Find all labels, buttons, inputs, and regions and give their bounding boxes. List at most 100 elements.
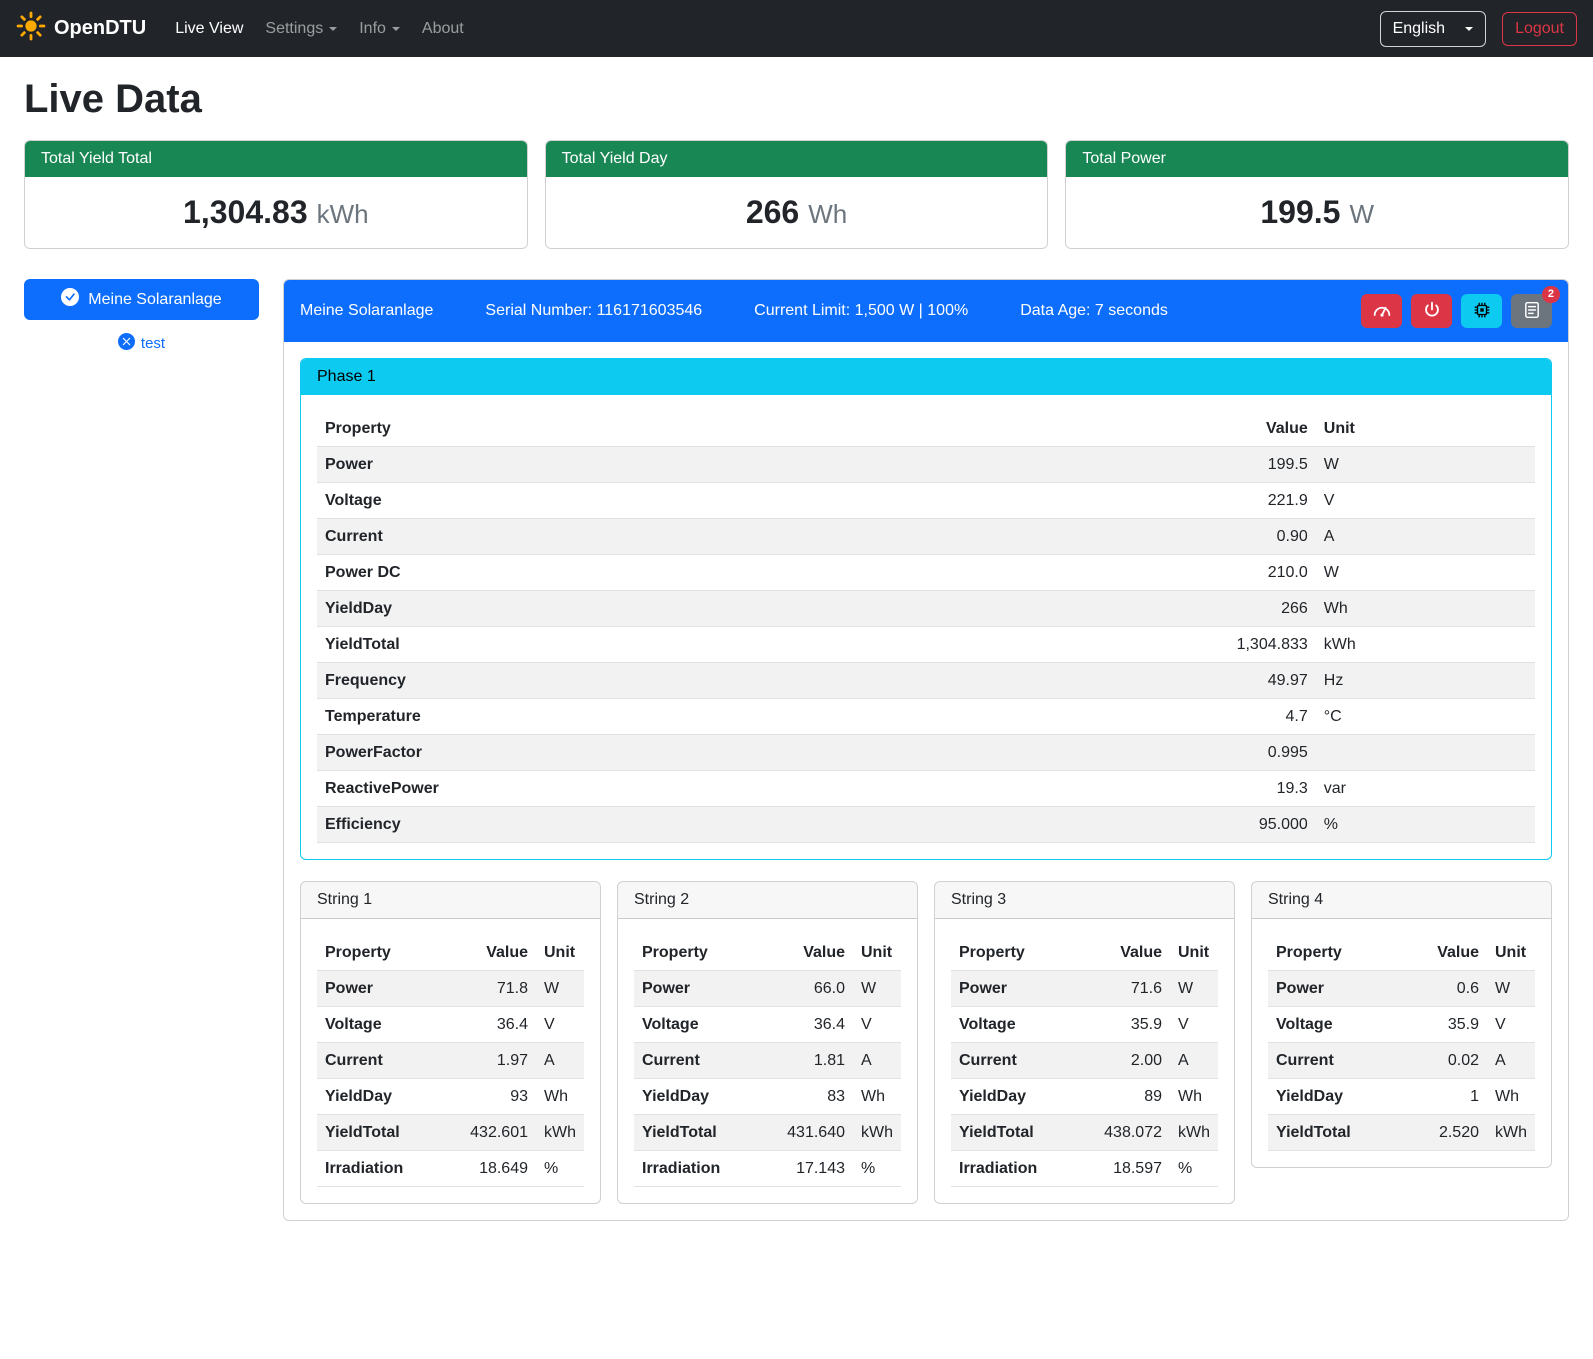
property-cell: YieldTotal <box>1268 1115 1415 1151</box>
strings-row: String 1 Property Value Unit <box>300 881 1552 1204</box>
string-4-table-body: Power 0.6 W Voltage 35.9 V <box>1268 971 1535 1151</box>
value-cell: 1,304.833 <box>915 627 1316 663</box>
unit-cell: W <box>1316 447 1535 483</box>
value-cell: 35.9 <box>1096 1007 1170 1043</box>
inverter-data-age: Data Age: 7 seconds <box>1020 302 1168 320</box>
column-header-property: Property <box>317 935 462 971</box>
property-cell: Current <box>317 519 915 555</box>
table-row: YieldDay 93 Wh <box>317 1079 584 1115</box>
unit-cell: V <box>1487 1007 1535 1043</box>
table-row: Power 199.5 W <box>317 447 1535 483</box>
unit-cell: kWh <box>536 1115 584 1151</box>
sidebar-item-label: Meine Solaranlage <box>88 291 221 309</box>
nav-live-view[interactable]: Live View <box>164 12 254 46</box>
property-cell: Voltage <box>317 1007 462 1043</box>
string-title: String 3 <box>935 882 1234 919</box>
property-cell: Voltage <box>1268 1007 1415 1043</box>
string-3-card: String 3 Property Value Unit <box>934 881 1235 1204</box>
value-cell: 35.9 <box>1415 1007 1487 1043</box>
string-body: Property Value Unit Power <box>618 919 917 1187</box>
property-cell: YieldDay <box>1268 1079 1415 1115</box>
table-row: Current 1.97 A <box>317 1043 584 1079</box>
property-cell: Efficiency <box>317 807 915 843</box>
total-yield-day-card: Total Yield Day 266Wh <box>545 140 1049 249</box>
value-cell: 2.520 <box>1415 1115 1487 1151</box>
string-body: Property Value Unit Power <box>935 919 1234 1187</box>
language-select[interactable]: English <box>1380 11 1486 47</box>
value-cell: 199.5 <box>915 447 1316 483</box>
string-4-table: Property Value Unit Power <box>1268 935 1535 1151</box>
brand[interactable]: OpenDTU <box>16 11 146 47</box>
x-circle-icon <box>118 333 135 354</box>
string-title: String 1 <box>301 882 600 919</box>
value-cell: 0.6 <box>1415 971 1487 1007</box>
value-cell: 83 <box>779 1079 853 1115</box>
string-3-table: Property Value Unit Power <box>951 935 1218 1187</box>
logout-button[interactable]: Logout <box>1502 12 1577 46</box>
caret-down-icon <box>1465 27 1473 31</box>
phase-card: Phase 1 Property Value Unit <box>300 358 1552 860</box>
value-number: 1,304.83 <box>183 194 308 230</box>
unit-cell: kWh <box>1316 627 1535 663</box>
unit-cell: Wh <box>536 1079 584 1115</box>
property-cell: YieldTotal <box>951 1115 1096 1151</box>
inverter-info-button[interactable] <box>1461 294 1502 328</box>
string-1-table: Property Value Unit Power <box>317 935 584 1187</box>
column-header-unit: Unit <box>853 935 901 971</box>
column-header-unit: Unit <box>536 935 584 971</box>
table-row: YieldTotal 1,304.833 kWh <box>317 627 1535 663</box>
table-row: ReactivePower 19.3 var <box>317 771 1535 807</box>
value-unit: kWh <box>317 199 369 229</box>
caret-down-icon <box>329 27 337 31</box>
table-row: Irradiation 18.649 % <box>317 1151 584 1187</box>
nav-about[interactable]: About <box>411 12 475 46</box>
sidebar-item-test[interactable]: test <box>24 333 259 354</box>
language-selected-value: English <box>1393 20 1445 38</box>
unit-cell: W <box>853 971 901 1007</box>
value-cell: 0.02 <box>1415 1043 1487 1079</box>
value-cell: 36.4 <box>462 1007 536 1043</box>
property-cell: Current <box>634 1043 779 1079</box>
unit-cell: Wh <box>1487 1079 1535 1115</box>
property-cell: Current <box>951 1043 1096 1079</box>
property-cell: Voltage <box>317 483 915 519</box>
power-icon <box>1423 301 1441 322</box>
table-row: Power 0.6 W <box>1268 971 1535 1007</box>
sidebar-item-meine-solaranlage[interactable]: Meine Solaranlage <box>24 279 259 320</box>
table-row: Temperature 4.7 °C <box>317 699 1535 735</box>
string-body: Property Value Unit Power <box>301 919 600 1187</box>
event-log-button[interactable]: 2 <box>1511 294 1552 328</box>
unit-cell: kWh <box>1487 1115 1535 1151</box>
table-row: Voltage 36.4 V <box>634 1007 901 1043</box>
main-layout: Meine Solaranlage test Meine Solaranlage… <box>24 279 1569 1221</box>
page-title: Live Data <box>24 77 1569 122</box>
value-cell: 89 <box>1096 1079 1170 1115</box>
limit-settings-button[interactable] <box>1361 294 1402 328</box>
nav-info-dropdown[interactable]: Info <box>348 12 411 46</box>
nav-live-view-label: Live View <box>175 20 243 38</box>
nav-settings-dropdown[interactable]: Settings <box>254 12 348 46</box>
value-unit: Wh <box>808 199 847 229</box>
property-cell: Irradiation <box>317 1151 462 1187</box>
value-unit: W <box>1349 199 1374 229</box>
column-header-unit: Unit <box>1316 411 1535 447</box>
card-value: 199.5W <box>1066 177 1568 248</box>
power-settings-button[interactable] <box>1411 294 1452 328</box>
value-cell: 17.143 <box>779 1151 853 1187</box>
phase-table: Property Value Unit Power 199.5 <box>317 411 1535 843</box>
property-cell: Temperature <box>317 699 915 735</box>
value-cell: 49.97 <box>915 663 1316 699</box>
table-row: Irradiation 17.143 % <box>634 1151 901 1187</box>
table-row: Voltage 221.9 V <box>317 483 1535 519</box>
unit-cell: A <box>1170 1043 1218 1079</box>
inverter-actions: 2 <box>1361 294 1552 328</box>
unit-cell: Wh <box>1316 591 1535 627</box>
table-row: YieldTotal 431.640 kWh <box>634 1115 901 1151</box>
column-header-property: Property <box>951 935 1096 971</box>
property-cell: Power <box>317 447 915 483</box>
table-row: YieldDay 83 Wh <box>634 1079 901 1115</box>
phase-table-body: Power 199.5 W Voltage 221.9 V <box>317 447 1535 843</box>
unit-cell: % <box>1170 1151 1218 1187</box>
card-title: Total Yield Day <box>546 141 1048 177</box>
unit-cell: kWh <box>1170 1115 1218 1151</box>
